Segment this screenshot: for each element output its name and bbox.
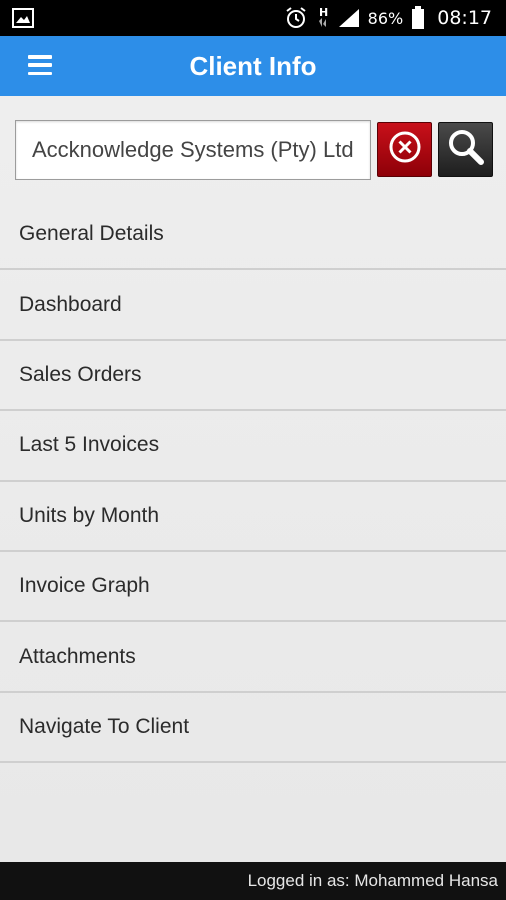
menu-item-label: Attachments: [19, 644, 136, 668]
menu-item-invoice-graph[interactable]: Invoice Graph: [0, 552, 506, 623]
status-bar: H 86% 08:17: [0, 0, 506, 36]
app-bar: Client Info: [0, 36, 506, 96]
footer: Logged in as: Mohammed Hansa: [0, 862, 506, 900]
network-type-icon: H: [316, 5, 330, 31]
menu-icon[interactable]: [28, 55, 52, 75]
menu-item-attachments[interactable]: Attachments: [0, 622, 506, 693]
content-area: General Details Dashboard Sales Orders L…: [0, 96, 506, 862]
battery-icon: [411, 6, 425, 30]
menu-item-label: Dashboard: [19, 292, 122, 316]
clock: 08:17: [437, 7, 492, 29]
menu-item-label: Navigate To Client: [19, 714, 190, 738]
search-icon: [446, 127, 486, 172]
search-button[interactable]: [438, 122, 493, 177]
menu-item-sales-orders[interactable]: Sales Orders: [0, 341, 506, 412]
menu-item-general-details[interactable]: General Details: [0, 200, 506, 271]
clear-icon: [388, 130, 422, 169]
menu-item-units-by-month[interactable]: Units by Month: [0, 482, 506, 552]
alarm-icon: [284, 6, 308, 30]
menu-item-navigate-to-client[interactable]: Navigate To Client: [0, 693, 506, 764]
image-icon: [12, 8, 34, 28]
svg-text:H: H: [319, 6, 328, 19]
page-title: Client Info: [189, 50, 317, 81]
logged-in-label: Logged in as: Mohammed Hansa: [247, 871, 498, 890]
signal-icon: [338, 8, 360, 28]
menu-item-label: General Details: [19, 222, 164, 246]
menu-item-label: Invoice Graph: [19, 574, 150, 598]
menu-item-label: Sales Orders: [19, 362, 142, 386]
client-menu-list: General Details Dashboard Sales Orders L…: [0, 200, 506, 764]
menu-item-last-5-invoices[interactable]: Last 5 Invoices: [0, 411, 506, 482]
battery-percentage: 86%: [367, 8, 404, 28]
menu-item-dashboard[interactable]: Dashboard: [0, 270, 506, 341]
menu-item-label: Units by Month: [19, 503, 160, 527]
menu-item-label: Last 5 Invoices: [19, 433, 160, 457]
clear-button[interactable]: [377, 122, 432, 177]
client-search-input[interactable]: [15, 120, 371, 180]
